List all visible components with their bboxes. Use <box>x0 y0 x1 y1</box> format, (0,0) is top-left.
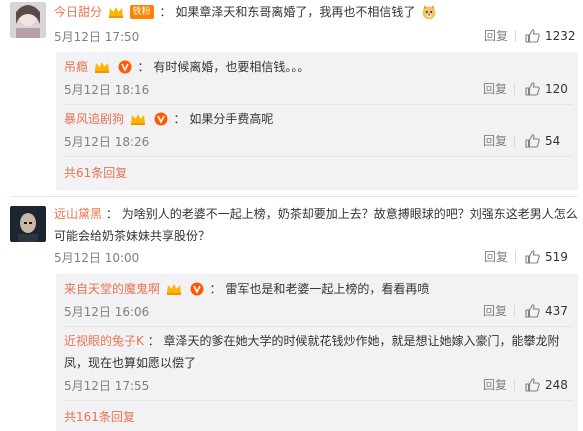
like-count: 248 <box>545 378 568 392</box>
sub-comment-text: 如果分手费高呢 <box>189 112 274 126</box>
comment-date: 5月12日 16:06 <box>64 305 150 319</box>
divider <box>515 30 516 42</box>
colon: ： <box>209 282 222 296</box>
divider <box>514 83 515 95</box>
more-replies-link[interactable]: 共161条回复 <box>64 409 135 425</box>
reply-button[interactable]: 回复 <box>483 133 507 149</box>
member-icon <box>190 282 204 295</box>
sub-comment-body: 近视眼的兔子K ： 章泽天的爹在她大学的时候就花钱炒作她，就是想让她嫁入豪门，能… <box>64 332 560 350</box>
like-count: 120 <box>545 82 568 96</box>
sub-comment-text: 章泽天的爹在她大学的时候就花钱炒作她，就是想让她嫁入豪门，能攀龙附 <box>163 334 560 348</box>
username-link[interactable]: 吊瘾 <box>64 60 88 74</box>
comment-divider <box>10 196 578 197</box>
vip-crown-icon <box>166 283 181 295</box>
comment-date: 5月12日 17:55 <box>64 379 150 393</box>
divider <box>514 135 515 147</box>
avatar[interactable] <box>10 206 46 242</box>
comment-text: 可能会给奶茶妹妹共享股份？ <box>54 229 211 243</box>
colon: ： <box>147 334 160 348</box>
comment-item: 远山黛黑 ： 为啥别人的老婆不一起上榜，奶茶却要加上去？故意搏眼球的吧？刘强东这… <box>0 200 583 431</box>
more-replies-link[interactable]: 共61条回复 <box>64 165 127 181</box>
sub-comments: 吊瘾 ： 有时候离婚，也要相信钱。。。 5月12日 18:16 回复 120 暴… <box>56 52 578 190</box>
comment-body-line2: 可能会给奶茶妹妹共享股份？ <box>54 227 210 245</box>
reply-button[interactable]: 回复 <box>483 303 507 319</box>
thumbs-up-icon <box>525 250 540 264</box>
sub-comment-text: 有时候离婚，也要相信钱。。。 <box>153 60 310 74</box>
sub-comment-body-line2: 凤，现在也算如愿以偿了 <box>64 354 196 372</box>
divider <box>514 379 515 391</box>
divider <box>62 326 572 327</box>
comment-item: 今日甜分 铁粉 ： 如果章泽天和东哥离婚了，我再也不相信钱了 5月12日 17:… <box>0 0 583 190</box>
reply-button[interactable]: 回复 <box>483 377 507 393</box>
comment-date: 5月12日 10:00 <box>54 251 140 265</box>
like-button[interactable]: 1232 <box>525 28 581 44</box>
sub-comment-body: 暴风追剧狗 ： 如果分手费高呢 <box>64 110 273 128</box>
vip-crown-icon <box>94 61 109 73</box>
fan-badge: 铁粉 <box>129 4 154 19</box>
colon: ： <box>173 112 186 126</box>
divider <box>62 400 572 401</box>
sub-comment-text: 雷军也是和老婆一起上榜的，看看再喷 <box>225 282 430 296</box>
comment-body: 今日甜分 铁粉 ： 如果章泽天和东哥离婚了，我再也不相信钱了 <box>54 3 437 22</box>
sub-comment-body: 吊瘾 ： 有时候离婚，也要相信钱。。。 <box>64 58 309 76</box>
comment-date: 5月12日 18:26 <box>64 135 150 149</box>
divider <box>514 305 515 317</box>
comment-body: 远山黛黑 ： 为啥别人的老婆不一起上榜，奶茶却要加上去？故意搏眼球的吧？刘强东这… <box>54 205 578 223</box>
like-button[interactable]: 519 <box>525 249 581 265</box>
like-count: 519 <box>545 250 568 264</box>
thumbs-up-icon <box>525 29 540 43</box>
username-link[interactable]: 今日甜分 <box>54 5 102 19</box>
username-link[interactable]: 近视眼的兔子K <box>64 334 144 348</box>
comment-date: 5月12日 17:50 <box>54 30 140 44</box>
member-icon <box>154 112 168 125</box>
reply-button[interactable]: 回复 <box>484 249 508 265</box>
comment-date: 5月12日 18:16 <box>64 83 150 97</box>
sub-comment-text: 凤，现在也算如愿以偿了 <box>64 356 197 370</box>
thumbs-up-icon <box>525 378 540 392</box>
colon: ： <box>159 5 172 19</box>
like-button[interactable]: 54 <box>525 133 575 149</box>
username-link[interactable]: 暴风追剧狗 <box>64 112 124 126</box>
comment-text: 如果章泽天和东哥离婚了，我再也不相信钱了 <box>175 5 416 19</box>
colon: ： <box>105 207 118 221</box>
vip-crown-icon <box>108 6 123 18</box>
thumbs-up-icon <box>525 134 540 148</box>
avatar[interactable] <box>10 2 46 38</box>
sub-comment-body: 来自天堂的魔鬼啊 ： 雷军也是和老婆一起上榜的，看看再喷 <box>64 280 429 298</box>
colon: ： <box>137 60 150 74</box>
like-count: 54 <box>545 134 561 148</box>
like-button[interactable]: 437 <box>525 303 575 319</box>
like-count: 1232 <box>545 29 576 43</box>
divider <box>62 104 572 105</box>
vip-crown-icon <box>130 113 145 125</box>
reply-button[interactable]: 回复 <box>483 81 507 97</box>
reply-button[interactable]: 回复 <box>484 28 508 44</box>
thumbs-up-icon <box>525 82 540 96</box>
username-link[interactable]: 来自天堂的魔鬼啊 <box>64 282 160 296</box>
sub-comments: 来自天堂的魔鬼啊 ： 雷军也是和老婆一起上榜的，看看再喷 5月12日 16:06… <box>56 274 578 431</box>
divider <box>62 156 572 157</box>
like-button[interactable]: 248 <box>525 377 575 393</box>
thumbs-up-icon <box>525 304 540 318</box>
doge-emoji-icon <box>422 4 436 19</box>
like-count: 437 <box>545 304 568 318</box>
comment-text: 为啥别人的老婆不一起上榜，奶茶却要加上去？故意搏眼球的吧？刘强东这老男人怎么 <box>121 207 578 221</box>
member-icon <box>118 60 132 73</box>
like-button[interactable]: 120 <box>525 81 575 97</box>
fan-badge-text: 铁粉 <box>132 6 151 17</box>
divider <box>515 251 516 263</box>
username-link[interactable]: 远山黛黑 <box>54 207 102 221</box>
